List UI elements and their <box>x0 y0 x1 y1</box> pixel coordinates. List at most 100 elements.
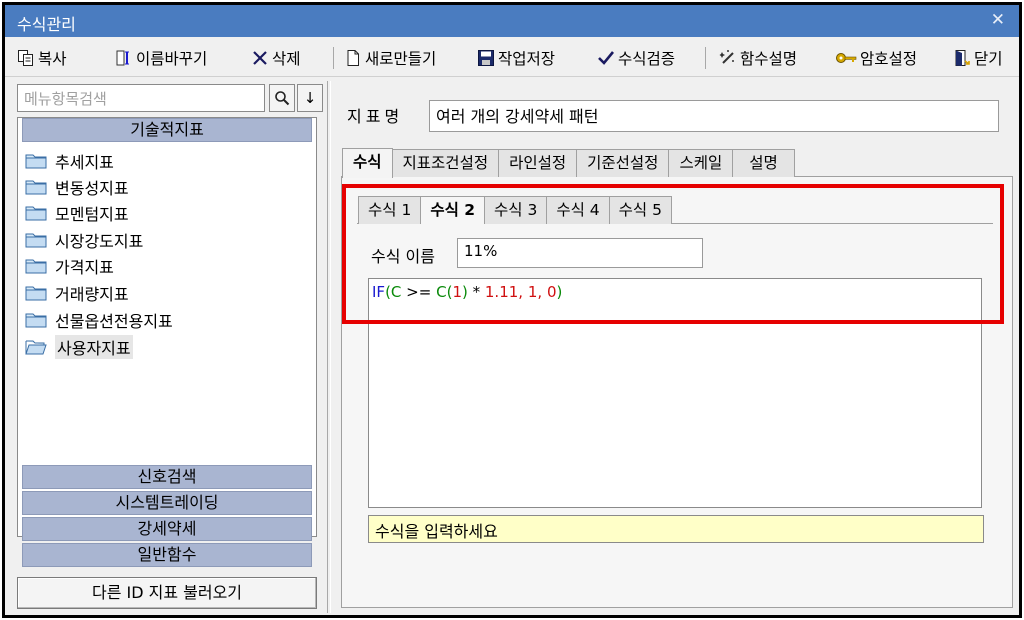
formula-number: 1 <box>527 283 538 301</box>
tree-item-label: 가격지표 <box>55 258 114 277</box>
tab-indicator-conditions[interactable]: 지표조건설정 <box>391 149 500 177</box>
formula-editor[interactable]: IF(C >= C(1) * 1.11, 1, 0) <box>368 278 982 508</box>
folder-icon <box>25 285 47 301</box>
tree-item-market-strength[interactable]: 시장강도지표 <box>25 228 143 252</box>
rename-label: 이름바꾸기 <box>136 50 208 68</box>
section-bull-bear[interactable]: 강세약세 <box>22 517 312 541</box>
open-folder-icon <box>25 339 47 355</box>
folder-icon <box>25 179 47 195</box>
formula-name-label: 수식 이름 <box>371 247 435 266</box>
function-help-button[interactable]: 함수설명 <box>719 46 797 70</box>
tree-item-momentum[interactable]: 모멘텀지표 <box>25 201 129 225</box>
new-label: 새로만들기 <box>365 50 437 68</box>
search-button[interactable] <box>269 84 295 112</box>
tab-formula-5[interactable]: 수식 5 <box>608 196 672 224</box>
tab-description[interactable]: 설명 <box>732 149 795 177</box>
panel-splitter[interactable] <box>327 81 331 613</box>
formula-variable: C <box>390 283 402 301</box>
tree-item-label: 모멘텀지표 <box>55 205 129 224</box>
tree-item-volatility[interactable]: 변동성지표 <box>25 175 129 199</box>
tree-item-volume[interactable]: 거래량지표 <box>25 281 129 305</box>
indicator-name-field[interactable]: 여러 개의 강세약세 패턴 <box>429 100 999 132</box>
formula-manager-window: 수식관리 ✕ 복사 이름바꾸기 삭제 새로만들기 작업저장 수식검증 함수설명 … <box>2 2 1022 618</box>
section-general-functions[interactable]: 일반함수 <box>22 543 312 567</box>
exit-door-icon <box>953 49 971 67</box>
formula-name-field[interactable]: 11% <box>457 238 703 268</box>
verify-label: 수식검증 <box>618 50 676 68</box>
tree-item-price[interactable]: 가격지표 <box>25 254 114 278</box>
tree-item-futures-options[interactable]: 선물옵션전용지표 <box>25 308 173 332</box>
arrow-down-icon: ↓ <box>303 89 317 107</box>
save-label: 작업저장 <box>498 50 556 68</box>
section-system-trading[interactable]: 시스템트레이딩 <box>22 491 312 515</box>
toolbar-divider <box>333 47 334 69</box>
indicator-name-label: 지표명 <box>347 107 404 126</box>
copy-label: 복사 <box>38 50 67 68</box>
formula-number: 1.11 <box>484 283 519 301</box>
close-button[interactable]: 닫기 <box>953 46 1003 70</box>
tree-item-trend[interactable]: 추세지표 <box>25 149 114 173</box>
tab-formula-1[interactable]: 수식 1 <box>358 196 422 224</box>
section-technical-indicators[interactable]: 기술적지표 <box>22 118 312 142</box>
section-signal-search[interactable]: 신호검색 <box>22 465 312 489</box>
toolbar: 복사 이름바꾸기 삭제 새로만들기 작업저장 수식검증 함수설명 암호설정 닫기 <box>5 37 1019 77</box>
password-button[interactable]: 암호설정 <box>835 46 917 70</box>
copy-icon <box>17 49 35 67</box>
tree-item-label: 시장강도지표 <box>55 232 144 251</box>
magic-wand-icon <box>719 49 737 67</box>
folder-icon <box>25 258 47 274</box>
delete-label: 삭제 <box>272 50 301 68</box>
delete-x-icon <box>251 49 269 67</box>
main-tabs: 수식 지표조건설정 라인설정 기준선설정 스케일 설명 <box>342 148 795 178</box>
delete-button[interactable]: 삭제 <box>251 46 301 70</box>
formula-function: IF <box>372 283 386 301</box>
formula-comma: , <box>518 283 528 301</box>
hint-bar: 수식을 입력하세요 <box>368 515 984 543</box>
title-bar: 수식관리 ✕ <box>5 5 1019 37</box>
search-icon <box>275 91 290 106</box>
tab-formula[interactable]: 수식 <box>342 148 393 178</box>
tab-formula-2[interactable]: 수식 2 <box>420 196 486 224</box>
tab-formula-4[interactable]: 수식 4 <box>546 196 610 224</box>
left-panel: 메뉴항목검색 ↓ 기술적지표 추세지표 변동성지표 모멘텀지표 시장강도지표 가… <box>13 81 323 611</box>
save-disk-icon <box>477 49 495 67</box>
move-down-button[interactable]: ↓ <box>297 84 323 112</box>
new-document-icon <box>344 49 362 67</box>
folder-icon <box>25 153 47 169</box>
formula-operator: * <box>467 283 485 301</box>
rename-button[interactable]: 이름바꾸기 <box>115 46 207 70</box>
folder-icon <box>25 232 47 248</box>
close-icon[interactable]: ✕ <box>991 10 1005 30</box>
tab-scale[interactable]: 스케일 <box>668 149 734 177</box>
formula-operator: >= <box>401 283 437 301</box>
formula-number-tabs: 수식 1 수식 2 수식 3 수식 4 수식 5 <box>358 196 672 224</box>
formula-paren: ) <box>556 283 563 301</box>
folder-icon <box>25 205 47 221</box>
toolbar-divider <box>705 47 706 69</box>
tree-item-label: 사용자지표 <box>55 335 133 359</box>
load-other-id-button[interactable]: 다른 ID 지표 불러오기 <box>17 577 317 609</box>
password-label: 암호설정 <box>860 50 918 68</box>
tree-item-user[interactable]: 사용자지표 <box>25 335 133 359</box>
key-icon <box>835 49 857 67</box>
tab-baseline-settings[interactable]: 기준선설정 <box>576 149 670 177</box>
tree-item-label: 변동성지표 <box>55 179 129 198</box>
tree-item-label: 선물옵션전용지표 <box>55 312 173 331</box>
tab-formula-3[interactable]: 수식 3 <box>484 196 548 224</box>
function-help-label: 함수설명 <box>740 50 798 68</box>
new-button[interactable]: 새로만들기 <box>344 46 436 70</box>
menu-search-input[interactable]: 메뉴항목검색 <box>17 84 265 112</box>
tree-item-label: 추세지표 <box>55 153 114 172</box>
folder-icon <box>25 312 47 328</box>
copy-button[interactable]: 복사 <box>17 46 67 70</box>
tree-item-label: 거래량지표 <box>55 285 129 304</box>
formula-variable: C <box>436 283 447 301</box>
save-button[interactable]: 작업저장 <box>477 46 555 70</box>
verify-button[interactable]: 수식검증 <box>597 46 675 70</box>
tab-line-settings[interactable]: 라인설정 <box>498 149 578 177</box>
rename-icon <box>115 49 133 67</box>
window-title: 수식관리 <box>17 15 76 34</box>
close-label: 닫기 <box>974 50 1003 68</box>
formula-number: 1 <box>452 283 462 301</box>
checkmark-icon <box>597 49 615 67</box>
